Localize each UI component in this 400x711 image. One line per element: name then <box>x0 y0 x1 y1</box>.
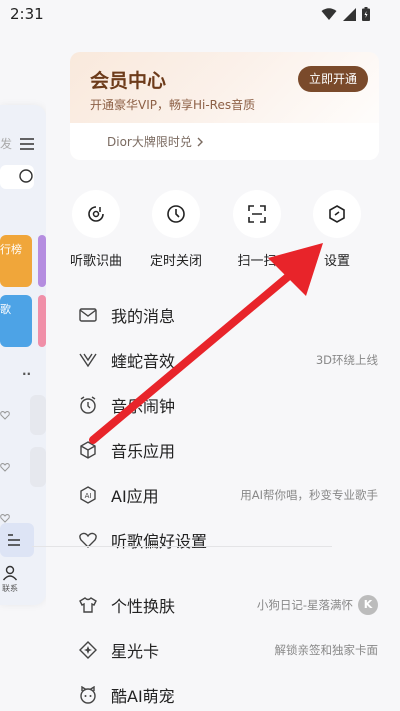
menu-item-label: 听歌偏好设置 <box>111 532 208 551</box>
status-icons <box>321 7 370 21</box>
bg-tile[interactable] <box>38 295 46 347</box>
skin-icon <box>78 595 98 615</box>
quick-action-recognize[interactable]: 听歌识曲 <box>66 190 126 269</box>
recognize-icon[interactable] <box>18 168 34 184</box>
menu-item-label: 酷AI萌宠 <box>111 687 175 706</box>
ai-icon: AI <box>78 485 98 505</box>
vip-promo-link[interactable]: Dior大牌限时兑 <box>107 133 204 150</box>
menu-item-messages[interactable]: 我的消息 <box>78 300 378 330</box>
bg-fragment: 联系 <box>2 584 18 593</box>
svg-text:AI: AI <box>85 492 92 500</box>
menu-item-ai-pet[interactable]: 酷AI萌宠 <box>78 680 378 710</box>
menu-item-label: 蝰蛇音效 <box>111 352 176 371</box>
quick-action-label: 定时关闭 <box>149 254 202 269</box>
preference-icon <box>78 530 98 550</box>
menu-item-hint: 用AI帮你唱，秒变专业歌手 <box>240 488 378 502</box>
menu-item-skin[interactable]: 个性换肤 小狗日记-星落满怀 K <box>78 590 378 620</box>
viper-sound-icon <box>78 350 98 370</box>
menu-divider <box>32 546 332 547</box>
bg-tile[interactable] <box>38 235 46 287</box>
open-vip-button[interactable]: 立即开通 <box>298 66 368 92</box>
quick-action-settings[interactable]: 设置 <box>307 190 367 269</box>
quick-actions: 听歌识曲 定时关闭 扫一扫 设置 <box>70 190 379 280</box>
heart-icon[interactable] <box>0 410 10 420</box>
menu-item-hint: 小狗日记-星落满怀 <box>256 598 353 612</box>
menu-item-label: 星光卡 <box>111 642 160 661</box>
quick-action-label: 听歌识曲 <box>69 254 122 269</box>
scan-icon <box>233 190 281 238</box>
bg-tile <box>30 395 46 435</box>
quick-action-timer[interactable]: 定时关闭 <box>146 190 206 269</box>
menu-item-label: 音乐应用 <box>111 442 176 461</box>
vip-title: 会员中心 <box>90 70 167 92</box>
playlist-icon <box>8 534 20 546</box>
heart-icon[interactable] <box>0 513 10 523</box>
quick-action-label: 设置 <box>323 254 350 269</box>
bg-fragment: 行榜 <box>0 243 22 256</box>
vip-card[interactable]: 会员中心 开通豪华VIP，畅享Hi-Res音质 立即开通 Dior大牌限时兑 <box>70 52 379 160</box>
menu-item-alarm[interactable]: 音乐闹钟 <box>78 390 378 420</box>
more-icon[interactable]: ·· <box>22 367 31 381</box>
menu-item-star-card[interactable]: 星光卡 解锁亲签和独家卡面 <box>78 635 378 665</box>
bg-fragment: 歌 <box>0 303 11 316</box>
menu-item-label: 我的消息 <box>111 307 176 326</box>
battery-icon <box>362 7 370 21</box>
star-card-icon <box>78 640 98 660</box>
status-time: 2:31 <box>10 5 44 23</box>
timer-icon <box>152 190 200 238</box>
menu-item-ai-apps[interactable]: AI AI应用 用AI帮你唱，秒变专业歌手 <box>78 480 378 510</box>
wifi-icon <box>321 7 337 20</box>
menu-item-label: AI应用 <box>111 487 159 506</box>
bg-fragment: 发 <box>0 137 13 151</box>
signal-icon <box>343 7 356 21</box>
music-apps-icon <box>78 440 98 460</box>
quick-action-label: 扫一扫 <box>237 254 277 269</box>
message-icon <box>78 305 98 325</box>
menu-item-preferences[interactable]: 听歌偏好设置 <box>78 525 378 555</box>
menu-item-label: 音乐闹钟 <box>111 397 176 416</box>
settings-icon <box>313 190 361 238</box>
bg-tile <box>30 447 46 487</box>
ai-pet-icon <box>78 685 98 705</box>
menu-item-hint-group: 小狗日记-星落满怀 K <box>257 595 378 615</box>
vip-promo-text: Dior大牌限时兑 <box>107 135 192 149</box>
chevron-right-icon <box>197 137 203 146</box>
heart-icon[interactable] <box>0 462 10 472</box>
side-drawer: 会员中心 开通豪华VIP，畅享Hi-Res音质 立即开通 Dior大牌限时兑 听… <box>46 30 400 711</box>
menu-item-hint: 解锁亲签和独家卡面 <box>274 643 379 657</box>
kugou-badge-icon: K <box>358 595 378 615</box>
profile-icon[interactable] <box>2 565 18 581</box>
menu-item-label: 个性换肤 <box>111 597 176 616</box>
menu-item-music-apps[interactable]: 音乐应用 <box>78 435 378 465</box>
alarm-icon <box>78 395 98 415</box>
quick-action-scan[interactable]: 扫一扫 <box>227 190 287 269</box>
menu-item-hint: 3D环绕上线 <box>315 353 378 367</box>
background-page[interactable]: 发 行榜 歌 ·· 联系 <box>0 105 46 605</box>
status-bar: 2:31 <box>0 0 400 30</box>
menu-icon[interactable] <box>20 138 34 150</box>
vip-subtitle: 开通豪华VIP，畅享Hi-Res音质 <box>90 98 256 112</box>
recognize-song-icon <box>72 190 120 238</box>
menu-item-viper-sound[interactable]: 蝰蛇音效 3D环绕上线 <box>78 345 378 375</box>
